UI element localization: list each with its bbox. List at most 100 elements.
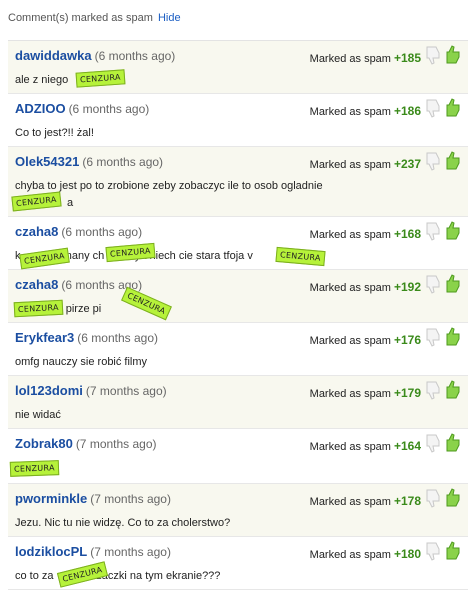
spam-header: Comment(s) marked as spam Hide bbox=[0, 0, 476, 36]
comment-user[interactable]: lodziklocPL (7 months ago) bbox=[15, 544, 171, 559]
comment-score: +237 bbox=[393, 157, 421, 171]
vote-controls bbox=[424, 488, 464, 510]
marked-as-spam-label: Marked as spam bbox=[309, 159, 391, 171]
comment-user[interactable]: Olek54321 (6 months ago) bbox=[15, 154, 163, 169]
marked-as-spam-label: Marked as spam bbox=[309, 549, 391, 561]
comment-text: Co to jest?!! żal! bbox=[15, 127, 94, 139]
spam-status: Marked as spam +186 bbox=[310, 104, 421, 118]
thumbs-up-icon[interactable] bbox=[444, 541, 462, 561]
spam-status: Marked as spam +179 bbox=[310, 386, 421, 400]
comment-score: +178 bbox=[393, 494, 421, 508]
thumbs-down-icon[interactable] bbox=[424, 151, 442, 171]
comment-user[interactable]: pworminkle (7 months ago) bbox=[15, 491, 171, 506]
spam-header-text: Comment(s) marked as spam bbox=[8, 12, 153, 24]
comment-time: (6 months ago) bbox=[61, 225, 143, 239]
marked-as-spam-label: Marked as spam bbox=[309, 388, 391, 400]
marked-as-spam-label: Marked as spam bbox=[309, 282, 391, 294]
thumbs-up-icon[interactable] bbox=[444, 221, 462, 241]
thumbs-down-icon[interactable] bbox=[424, 221, 442, 241]
comment-score: +186 bbox=[393, 104, 421, 118]
comment-time: (7 months ago) bbox=[75, 437, 157, 451]
comment-text: omfg nauczy sie robić filmy bbox=[15, 356, 148, 368]
spam-status: Marked as spam +176 bbox=[310, 333, 421, 347]
thumbs-up-icon[interactable] bbox=[444, 380, 462, 400]
spam-status: Marked as spam +168 bbox=[310, 227, 421, 241]
comment-score: +192 bbox=[393, 280, 421, 294]
vote-controls bbox=[424, 45, 464, 67]
comment-text: chyba to jest po to zrobione zeby zobacz… bbox=[15, 180, 323, 209]
hide-link[interactable]: Hide bbox=[158, 12, 181, 24]
comment-time: (6 months ago) bbox=[77, 331, 158, 345]
comment-time: (6 months ago) bbox=[94, 49, 176, 63]
vote-controls bbox=[424, 433, 464, 455]
thumbs-up-icon[interactable] bbox=[444, 98, 462, 118]
comment-item: Olek54321 (6 months ago) chyba to jest po… bbox=[8, 147, 468, 217]
comment-user[interactable]: czaha8 (6 months ago) bbox=[15, 277, 142, 292]
comment-text: ale z niego bbox=[15, 74, 69, 86]
thumbs-down-icon[interactable] bbox=[424, 380, 442, 400]
comment-user[interactable]: Zobrak80 (7 months ago) bbox=[15, 436, 157, 451]
spam-status: Marked as spam +164 bbox=[310, 439, 421, 453]
comment-user[interactable]: lol123domi (7 months ago) bbox=[15, 383, 167, 398]
comment-time: (7 months ago) bbox=[90, 545, 171, 559]
thumbs-down-icon[interactable] bbox=[424, 98, 442, 118]
comment-score: +179 bbox=[393, 386, 421, 400]
comment-item: dawiddawka (6 months ago) ale z niego CEN… bbox=[8, 41, 468, 94]
thumbs-down-icon[interactable] bbox=[424, 327, 442, 347]
spam-status: Marked as spam +185 bbox=[310, 51, 421, 65]
thumbs-down-icon[interactable] bbox=[424, 274, 442, 294]
thumbs-up-icon[interactable] bbox=[444, 433, 462, 453]
marked-as-spam-label: Marked as spam bbox=[309, 53, 391, 65]
thumbs-up-icon[interactable] bbox=[444, 327, 462, 347]
vote-controls bbox=[424, 98, 464, 120]
marked-as-spam-label: Marked as spam bbox=[309, 106, 391, 118]
comment-item: czaha8(6 months ago) sie pirze pi CENZUR… bbox=[8, 270, 468, 323]
comment-item: lodziklocPL (7 months ago) co to za krzac… bbox=[8, 537, 468, 590]
comment-time: (6 months ago) bbox=[68, 102, 150, 116]
spam-status: Marked as spam +178 bbox=[310, 494, 421, 508]
comment-user[interactable]: Erykfear3 (6 months ago) bbox=[15, 330, 158, 345]
comment-item: Erykfear3 (6 months ago) omfg nauczy sie … bbox=[8, 323, 468, 376]
vote-controls bbox=[424, 221, 464, 243]
comment-time: (7 months ago) bbox=[85, 384, 167, 398]
comment-text: Jezu. Nic tu nie widzę. Co to za cholers… bbox=[15, 517, 231, 529]
comment-score: +180 bbox=[393, 547, 421, 561]
comment-score: +176 bbox=[393, 333, 421, 347]
spam-status: Marked as spam +180 bbox=[310, 547, 421, 561]
comment-score: +168 bbox=[393, 227, 421, 241]
vote-controls bbox=[424, 541, 464, 563]
marked-as-spam-label: Marked as spam bbox=[309, 441, 391, 453]
censor-stamp: CENZURA bbox=[13, 299, 64, 318]
marked-as-spam-label: Marked as spam bbox=[309, 335, 391, 347]
thumbs-up-icon[interactable] bbox=[444, 274, 462, 294]
comment-item: pworminkle (7 months ago) Jezu. Nic tu ni… bbox=[8, 484, 468, 537]
censor-stamp: CENZURA bbox=[121, 286, 172, 321]
spam-status: Marked as spam +237 bbox=[310, 157, 421, 171]
marked-as-spam-label: Marked as spam bbox=[309, 229, 391, 241]
comment-score: +164 bbox=[393, 439, 421, 453]
comment-item: ADZIOO (6 months ago) Co to jest?!! żal! … bbox=[8, 94, 468, 147]
thumbs-up-icon[interactable] bbox=[444, 488, 462, 508]
thumbs-up-icon[interactable] bbox=[444, 151, 462, 171]
comment-user[interactable]: dawiddawka (6 months ago) bbox=[15, 48, 175, 63]
comment-item: lol123domi (7 months ago) nie widać Marke… bbox=[8, 376, 468, 429]
censor-stamp: CENZURA bbox=[9, 460, 60, 477]
comment-time: (6 months ago) bbox=[82, 155, 164, 169]
comment-text: co to za krzaczki na tym ekranie??? bbox=[15, 570, 221, 582]
comment-list: dawiddawka (6 months ago) ale z niego CEN… bbox=[8, 40, 468, 590]
thumbs-down-icon[interactable] bbox=[424, 433, 442, 453]
thumbs-up-icon[interactable] bbox=[444, 45, 462, 65]
thumbs-down-icon[interactable] bbox=[424, 541, 442, 561]
vote-controls bbox=[424, 151, 464, 173]
comment-text: nie widać bbox=[15, 409, 61, 421]
comment-user[interactable]: ADZIOO (6 months ago) bbox=[15, 101, 149, 116]
comment-item: Zobrak80 (7 months ago) CENZURA Marked as… bbox=[8, 429, 468, 484]
marked-as-spam-label: Marked as spam bbox=[309, 496, 391, 508]
thumbs-down-icon[interactable] bbox=[424, 45, 442, 65]
vote-controls bbox=[424, 380, 464, 402]
comment-time: (7 months ago) bbox=[90, 492, 171, 506]
thumbs-down-icon[interactable] bbox=[424, 488, 442, 508]
comment-user[interactable]: czaha8 (6 months ago) bbox=[15, 224, 142, 239]
vote-controls bbox=[424, 327, 464, 349]
comment-item: czaha8(6 months ago) k pienany ch ya nie… bbox=[8, 217, 468, 270]
